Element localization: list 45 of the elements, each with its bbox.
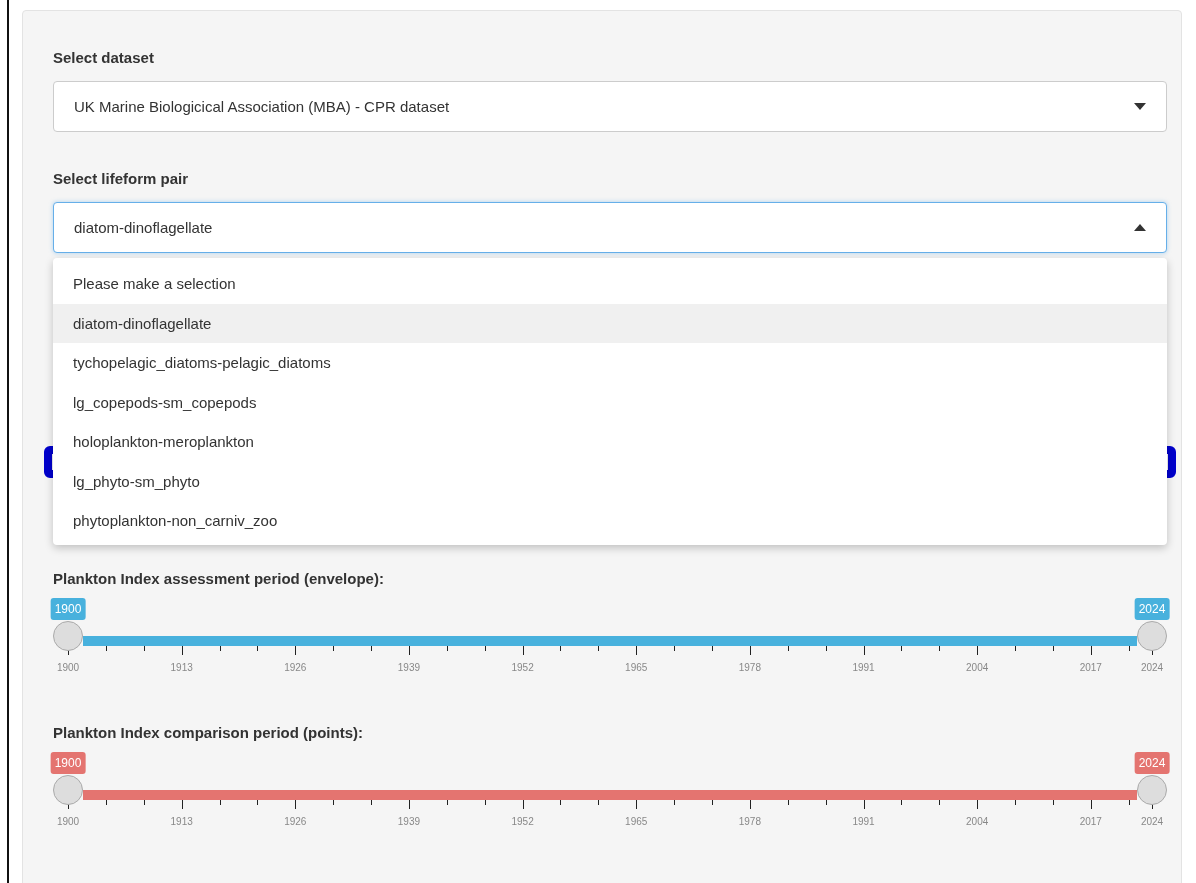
caret-icon	[1134, 224, 1146, 231]
dropdown-option[interactable]: lg_phyto-sm_phyto	[53, 461, 1167, 501]
tick-label: 2017	[1079, 662, 1102, 673]
tick-label: 1939	[397, 816, 421, 827]
tick-label: 1978	[738, 662, 761, 673]
lifeform-select[interactable]: diatom-dinoflagellate	[53, 202, 1167, 253]
field-label: Select dataset	[53, 49, 154, 67]
tick-label: 1952	[511, 816, 534, 827]
tick-label: 1913	[170, 662, 193, 673]
dataset-select[interactable]: UK Marine Biologicical Association (MBA) - CPR dataset	[53, 81, 1167, 132]
tick-label: 1965	[625, 816, 648, 827]
tick-label: 1991	[852, 662, 875, 673]
dropdown-option[interactable]: holoplankton-meroplankton	[53, 422, 1167, 462]
dropdown-option[interactable]: Please make a selection	[53, 264, 1167, 304]
value-badge: 2024	[1134, 752, 1170, 774]
slider-label: Plankton Index assessment period (envelope):	[53, 570, 384, 588]
tick-label: 1952	[511, 662, 534, 673]
dropdown-option[interactable]: phytoplankton-non_carniv_zoo	[53, 501, 1167, 541]
tick-label: 1991	[852, 816, 875, 827]
caret-icon	[1134, 103, 1146, 110]
value-badge: 1900	[50, 752, 86, 774]
tick-label: 1926	[284, 662, 307, 673]
tick-label: 2004	[966, 816, 989, 827]
tick-label: 1965	[625, 662, 648, 673]
field-label: Select lifeform pair	[53, 170, 189, 188]
value-badge: 1900	[50, 598, 86, 620]
tick-label: 1900	[56, 816, 80, 827]
dropdown-option[interactable]: tychopelagic_diatoms-pelagic_diatoms	[53, 343, 1167, 383]
dropdown-option[interactable]: diatom-dinoflagellate	[53, 303, 1167, 343]
slider-handle[interactable]	[53, 775, 83, 805]
tick-label: 1939	[397, 662, 421, 673]
dropdown-option[interactable]: lg_copepods-sm_copepods	[53, 382, 1167, 422]
slider-handle[interactable]	[1137, 621, 1167, 651]
tick-label: 2004	[966, 662, 989, 673]
tick-label: 1913	[170, 816, 193, 827]
value-badge: 2024	[1134, 598, 1170, 620]
tick-label: 1926	[284, 816, 307, 827]
tick-label: 1900	[56, 662, 80, 673]
slider-handle[interactable]	[53, 621, 83, 651]
tick-label: 2017	[1079, 816, 1102, 827]
tick-label: 1978	[738, 816, 761, 827]
slider-handle[interactable]	[1137, 775, 1167, 805]
tick-label: 2024	[1140, 816, 1164, 827]
tick-label: 2024	[1140, 662, 1164, 673]
slider-label: Plankton Index comparison period (points):	[53, 724, 364, 742]
